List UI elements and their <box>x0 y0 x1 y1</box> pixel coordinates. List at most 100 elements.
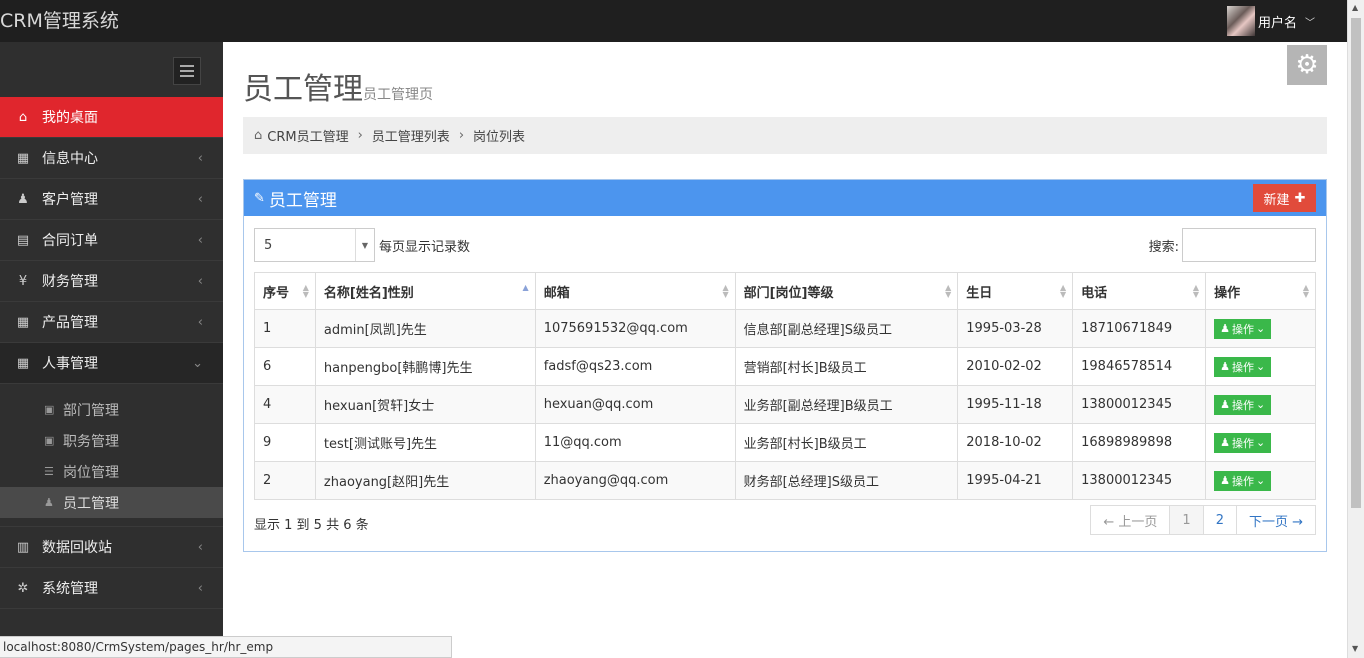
scroll-down-icon[interactable]: ▼ <box>1352 644 1358 653</box>
submenu-item-departments[interactable]: ▣ 部门管理 <box>0 394 223 425</box>
sort-icon: ▲ ▼ <box>1302 283 1309 299</box>
page-title: 员工管理员工管理页 <box>243 64 433 108</box>
cell-birthday: 1995-04-21 <box>957 461 1074 500</box>
next-page-button[interactable]: 下一页 → <box>1235 506 1315 534</box>
column-header[interactable]: 序号 ▲ ▼ <box>254 272 316 310</box>
sidebar-toggle-button[interactable] <box>173 57 201 85</box>
cell-dept: 业务部[村长]B级员工 <box>734 423 959 462</box>
sidebar-item-products[interactable]: ▦ 产品管理 ‹ <box>0 302 223 343</box>
calendar-icon: ▦ <box>16 150 30 166</box>
action-button[interactable]: ♟ 操作 ⌄ <box>1214 432 1272 453</box>
sidebar-item-label: 人事管理 <box>42 356 98 372</box>
cell-id: 4 <box>254 385 316 424</box>
cell-birthday: 2018-10-02 <box>957 423 1074 462</box>
table-row: 2 zhaoyang[赵阳]先生 zhaoyang@qq.com 财务部[总经理… <box>254 461 1316 500</box>
breadcrumb-level2[interactable]: 员工管理列表 <box>372 126 450 145</box>
sort-icon: ▲ ▼ <box>1059 283 1067 299</box>
submenu-item-positions[interactable]: ▣ 职务管理 <box>0 425 223 456</box>
sidebar-item-label: 客户管理 <box>42 192 98 208</box>
cell-phone: 13800012345 <box>1072 385 1207 424</box>
cell-email: zhaoyang@qq.com <box>534 461 736 500</box>
status-bar-url: localhost:8080/CrmSystem/pages_hr/hr_emp <box>0 636 452 658</box>
chevron-down-icon: ⌄ <box>1255 323 1266 335</box>
employee-table: 序号 ▲ ▼ 名称[姓名]性别 ▲ 邮箱 ▲ ▼ 部门[岗位]等级 ▲ ▼ 生日 ▲ ▼ 电话 ▲ ▼… <box>254 272 1316 500</box>
cell-action: ♟ 操作 ⌄ <box>1205 347 1316 386</box>
cell-dept: 业务部[副总经理]B级员工 <box>734 385 959 424</box>
settings-gear-button[interactable]: ⚙ <box>1287 45 1327 85</box>
sort-icon: ▲ ▼ <box>1192 283 1200 299</box>
panel-header: ✎ 员工管理 新建 ✚ <box>244 180 1326 216</box>
new-button[interactable]: 新建 ✚ <box>1253 184 1316 212</box>
breadcrumb-home[interactable]: CRM员工管理 <box>267 126 348 145</box>
sidebar-item-recycle-bin[interactable]: ▥ 数据回收站 ‹ <box>0 527 223 568</box>
chevron-left-icon: ‹ <box>197 232 203 248</box>
chevron-left-icon: ‹ <box>197 150 203 166</box>
page-length-select[interactable]: 5 ▼ <box>254 228 375 262</box>
submenu-item-label: 岗位管理 <box>63 464 119 481</box>
action-button[interactable]: ♟ 操作 ⌄ <box>1214 318 1272 339</box>
sidebar-item-contracts[interactable]: ▤ 合同订单 ‹ <box>0 220 223 261</box>
action-button[interactable]: ♟ 操作 ⌄ <box>1214 394 1272 415</box>
cell-email: 1075691532@qq.com <box>534 309 736 348</box>
table-info: 显示 1 到 5 共 6 条 <box>254 518 369 533</box>
cell-action: ♟ 操作 ⌄ <box>1205 461 1316 500</box>
breadcrumb: ⌂ CRM员工管理 › 员工管理列表 › 岗位列表 <box>243 117 1327 154</box>
submenu-item-employees[interactable]: ♟ 员工管理 <box>0 487 223 518</box>
column-header[interactable]: 生日 ▲ ▼ <box>957 272 1074 310</box>
page-button-2[interactable]: 2 <box>1202 506 1236 534</box>
page-button-1[interactable]: 1 <box>1169 506 1203 534</box>
list-icon: ☰ <box>44 465 54 478</box>
column-header[interactable]: 电话 ▲ ▼ <box>1072 272 1207 310</box>
table-row: 6 hanpengbo[韩鹏博]先生 fadsf@qs23.com 营销部[村长… <box>254 347 1316 386</box>
hr-submenu: ▣ 部门管理 ▣ 职务管理 ☰ 岗位管理 ♟ 员工管理 <box>0 384 223 527</box>
chevron-left-icon: ‹ <box>197 539 203 555</box>
scroll-up-icon[interactable]: ▲ <box>1352 3 1358 12</box>
sidebar-item-label: 合同订单 <box>42 233 98 249</box>
cell-dept: 信息部[副总经理]S级员工 <box>734 309 959 348</box>
table-row: 1 admin[凤凯]先生 1075691532@qq.com 信息部[副总经理… <box>254 309 1316 348</box>
vertical-scrollbar[interactable]: ▲ ▼ <box>1347 0 1364 658</box>
column-header[interactable]: 名称[姓名]性别 ▲ <box>314 272 536 310</box>
search-input[interactable] <box>1182 228 1316 262</box>
cell-action: ♟ 操作 ⌄ <box>1205 423 1316 462</box>
chevron-down-icon: ⌄ <box>1255 437 1266 449</box>
cell-email: 11@qq.com <box>534 423 736 462</box>
gamepad-icon: ▣ <box>44 403 55 416</box>
cell-id: 9 <box>254 423 316 462</box>
cell-name: hexuan[贺轩]女士 <box>314 385 536 424</box>
search-label: 搜索: <box>1148 239 1179 255</box>
page-title-text: 员工管理 <box>243 72 363 107</box>
cell-name: hanpengbo[韩鹏博]先生 <box>314 347 536 386</box>
user-menu[interactable]: 用户名 ﹀ <box>1227 5 1315 37</box>
submenu-item-label: 部门管理 <box>63 402 119 419</box>
action-button[interactable]: ♟ 操作 ⌄ <box>1214 470 1272 491</box>
cell-dept: 财务部[总经理]S级员工 <box>734 461 959 500</box>
gear-icon: ⚙ <box>1295 50 1319 80</box>
breadcrumb-level3: 岗位列表 <box>473 130 526 145</box>
sidebar-item-customers[interactable]: ♟ 客户管理 ‹ <box>0 179 223 220</box>
sidebar-item-hr[interactable]: ▦ 人事管理 ⌄ <box>0 343 223 384</box>
sidebar-item-finance[interactable]: ¥ 财务管理 ‹ <box>0 261 223 302</box>
sidebar-item-desktop[interactable]: ⌂ 我的桌面 <box>0 97 223 138</box>
column-header[interactable]: 操作 ▲ ▼ <box>1205 272 1316 310</box>
sidebar-item-system[interactable]: ✲ 系统管理 ‹ <box>0 568 223 609</box>
user-icon: ♟ <box>1220 361 1230 373</box>
prev-page-button[interactable]: ← 上一页 <box>1091 506 1169 534</box>
action-button[interactable]: ♟ 操作 ⌄ <box>1214 356 1272 377</box>
scrollbar-thumb[interactable] <box>1351 18 1361 508</box>
cell-phone: 19846578514 <box>1072 347 1207 386</box>
page-length-control: 5 ▼ 每页显示记录数 <box>254 228 470 262</box>
app-title: CRM管理系统 <box>0 10 119 32</box>
chevron-left-icon: ‹ <box>197 314 203 330</box>
sidebar-menu: ⌂ 我的桌面 ▦ 信息中心 ‹ ♟ 客户管理 ‹ ▤ 合同订单 ‹ ¥ 财务管理… <box>0 97 223 609</box>
submenu-item-posts[interactable]: ☰ 岗位管理 <box>0 456 223 487</box>
column-header[interactable]: 部门[岗位]等级 ▲ ▼ <box>734 272 959 310</box>
column-header[interactable]: 邮箱 ▲ ▼ <box>534 272 736 310</box>
cell-name: zhaoyang[赵阳]先生 <box>314 461 536 500</box>
pagination: ← 上一页 1 2 下一页 → <box>1090 505 1316 535</box>
cell-email: hexuan@qq.com <box>534 385 736 424</box>
cog-icon: ✲ <box>17 580 29 596</box>
sidebar-item-info-center[interactable]: ▦ 信息中心 ‹ <box>0 138 223 179</box>
avatar <box>1227 6 1255 36</box>
table-icon: ▦ <box>16 355 30 371</box>
